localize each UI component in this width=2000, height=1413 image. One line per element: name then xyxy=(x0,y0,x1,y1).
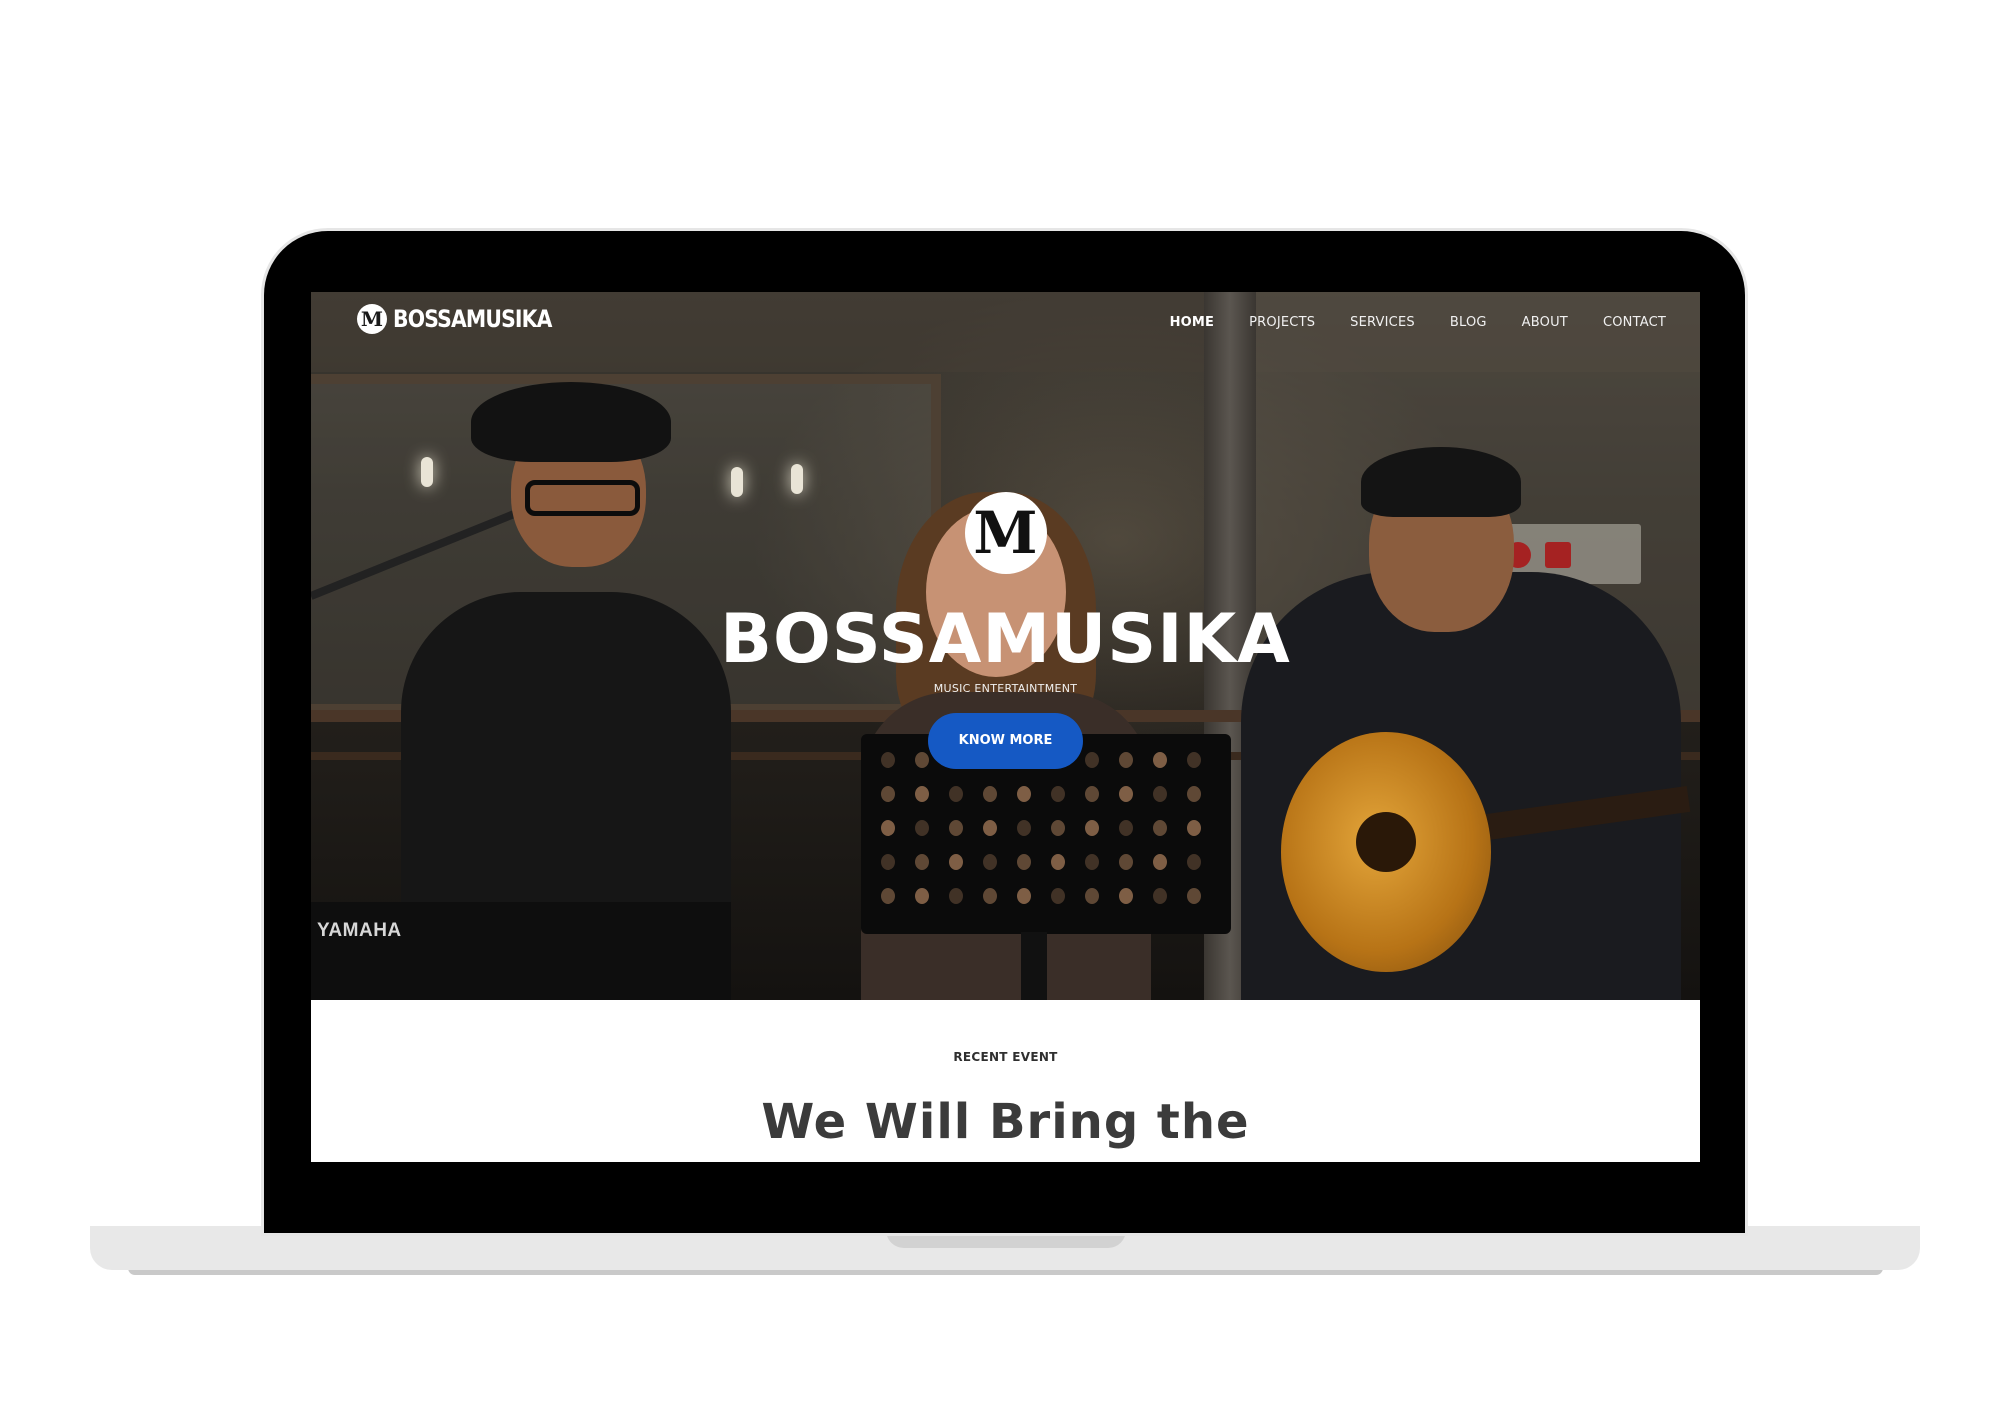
music-stand-hole xyxy=(983,786,997,802)
music-stand-hole xyxy=(915,820,929,836)
music-stand-hole xyxy=(1051,820,1065,836)
music-stand-hole xyxy=(1119,786,1133,802)
recent-event-section: RECENT EVENT We Will Bring the xyxy=(311,1000,1700,1162)
music-stand-hole xyxy=(1153,820,1167,836)
nav-item-contact[interactable]: CONTACT xyxy=(1603,315,1666,330)
music-stand-hole xyxy=(1187,888,1201,904)
music-stand-hole xyxy=(949,888,963,904)
music-stand-hole xyxy=(983,854,997,870)
music-stand-hole xyxy=(1085,854,1099,870)
hero-subtitle: MUSIC ENTERTAINTMENT xyxy=(933,682,1078,695)
music-stand-hole xyxy=(1119,854,1133,870)
hero-photo-hat xyxy=(471,382,671,462)
music-stand-hole xyxy=(1017,888,1031,904)
music-stand-hole xyxy=(1085,820,1099,836)
hero-logo-icon: M xyxy=(964,492,1047,574)
music-stand-hole xyxy=(1153,786,1167,802)
main-nav: HOME PROJECTS SERVICES BLOG ABOUT CONTAC… xyxy=(1170,292,1666,352)
music-stand-hole xyxy=(1153,854,1167,870)
section-eyebrow: RECENT EVENT xyxy=(953,1050,1058,1064)
music-stand-hole xyxy=(1119,820,1133,836)
logo-mark-icon: M xyxy=(357,304,387,334)
hero-section: YAMAHA M BOSSAMUSIKA HOME PROJECTS SERVI… xyxy=(311,292,1700,1000)
section-title: We Will Bring the xyxy=(761,1094,1250,1150)
site-header: M BOSSAMUSIKA HOME PROJECTS SERVICES BLO… xyxy=(311,292,1700,352)
site-logo[interactable]: M BOSSAMUSIKA xyxy=(357,304,580,334)
hero-photo-guitar-soundhole xyxy=(1356,812,1416,872)
music-stand-hole xyxy=(1051,888,1065,904)
music-stand-hole xyxy=(915,786,929,802)
nav-item-blog[interactable]: BLOG xyxy=(1450,315,1487,330)
hero-photo-keyboard xyxy=(311,902,731,1000)
music-stand-hole xyxy=(1085,786,1099,802)
music-stand-hole xyxy=(915,888,929,904)
music-stand-hole xyxy=(949,820,963,836)
browser-viewport: YAMAHA M BOSSAMUSIKA HOME PROJECTS SERVI… xyxy=(311,292,1700,1162)
music-stand-hole xyxy=(1017,786,1031,802)
music-stand-hole xyxy=(1017,854,1031,870)
music-stand-hole xyxy=(915,854,929,870)
hero-content: M BOSSAMUSIKA MUSIC ENTERTAINTMENT KNOW … xyxy=(311,492,1700,769)
music-stand-hole xyxy=(1153,888,1167,904)
hero-title: BOSSAMUSIKA xyxy=(720,600,1291,679)
music-stand-hole xyxy=(881,786,895,802)
music-stand-hole xyxy=(949,786,963,802)
music-stand-hole xyxy=(1085,888,1099,904)
music-stand-hole xyxy=(1051,786,1065,802)
music-stand-hole xyxy=(1187,854,1201,870)
music-stand-hole xyxy=(1051,854,1065,870)
nav-item-projects[interactable]: PROJECTS xyxy=(1249,315,1315,330)
hero-photo-music-stand-pole xyxy=(1021,932,1047,1000)
music-stand-hole xyxy=(1187,820,1201,836)
logo-text: BOSSAMUSIKA xyxy=(393,305,552,333)
nav-item-services[interactable]: SERVICES xyxy=(1350,315,1415,330)
music-stand-hole xyxy=(881,888,895,904)
nav-item-home[interactable]: HOME xyxy=(1170,315,1215,330)
know-more-button[interactable]: KNOW MORE xyxy=(928,713,1083,769)
hero-photo-lamp xyxy=(791,464,803,494)
music-stand-hole xyxy=(1017,820,1031,836)
music-stand-hole xyxy=(949,854,963,870)
music-stand-hole xyxy=(881,820,895,836)
hero-photo-lamp xyxy=(421,457,433,487)
music-stand-hole xyxy=(983,888,997,904)
hero-photo-keyboard-brand: YAMAHA xyxy=(317,920,402,941)
music-stand-hole xyxy=(983,820,997,836)
music-stand-hole xyxy=(1187,786,1201,802)
music-stand-hole xyxy=(881,854,895,870)
music-stand-hole xyxy=(1119,888,1133,904)
nav-item-about[interactable]: ABOUT xyxy=(1522,315,1568,330)
